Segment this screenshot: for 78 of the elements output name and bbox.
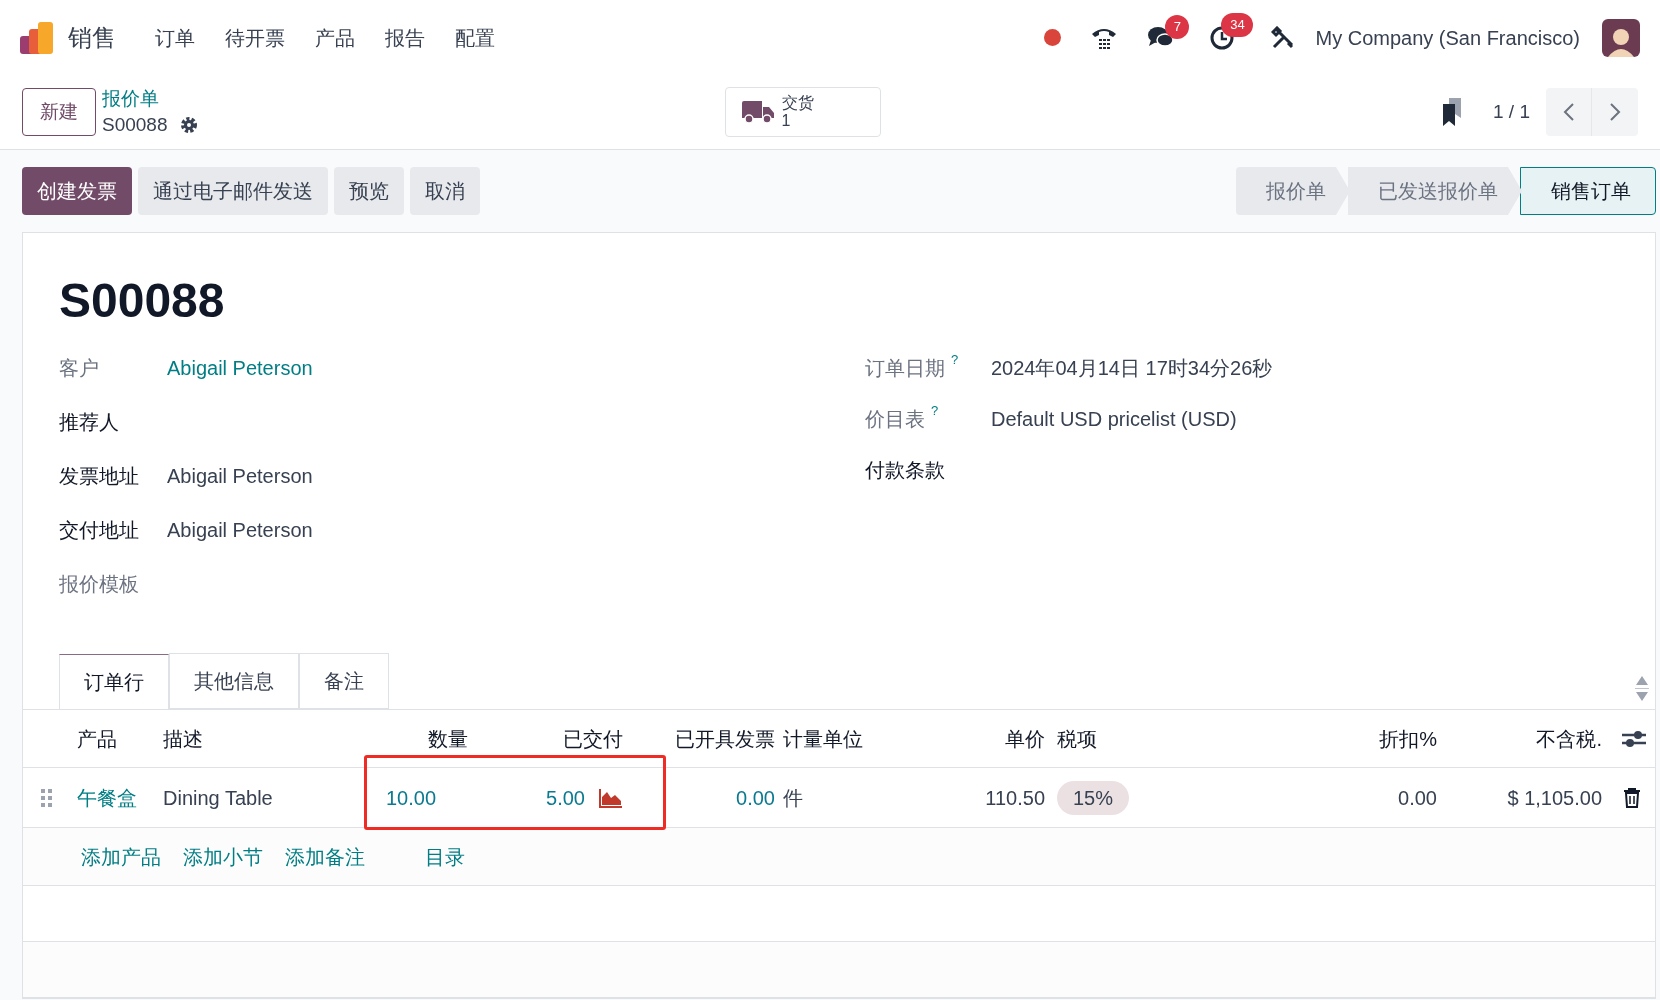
previous-button[interactable] xyxy=(1546,88,1592,136)
table-cell-text: 件 xyxy=(782,785,804,811)
tax-tag: 15% xyxy=(1057,780,1130,815)
table-cell-text: 5.00 xyxy=(546,785,585,811)
field-label: 订单日期 xyxy=(865,356,945,381)
truck-icon xyxy=(741,99,774,125)
field-value: Abigail Peterson xyxy=(167,464,313,489)
column-header[interactable]: 折扣% xyxy=(1327,723,1437,754)
tools-icon[interactable] xyxy=(1271,25,1296,50)
help-mark[interactable]: ? xyxy=(951,353,959,367)
status-stage[interactable]: 报价单 xyxy=(1236,167,1350,215)
next-button[interactable] xyxy=(1592,88,1638,136)
chevron-left-icon xyxy=(1562,102,1575,122)
product-link[interactable]: 午餐盒 xyxy=(73,782,161,813)
table-cell-text: $ 1,105.00 xyxy=(1506,785,1602,811)
field-label: 报价模板 xyxy=(59,572,140,597)
form-tab[interactable]: 订单行 xyxy=(59,654,169,710)
settings-icon[interactable] xyxy=(179,116,198,134)
column-header[interactable]: 已交付 xyxy=(468,723,623,754)
area-chart-icon[interactable] xyxy=(599,787,623,808)
field-label: 客户 xyxy=(59,356,100,381)
add-line-link[interactable]: 添加产品 xyxy=(81,841,161,872)
add-line-link[interactable]: 添加备注 xyxy=(285,841,365,872)
table-cell-text: 10.00 xyxy=(385,785,438,811)
column-header[interactable]: 税项 xyxy=(1045,723,1327,754)
chevron-right-icon xyxy=(1609,102,1621,122)
menu-item[interactable]: 报告 xyxy=(370,22,440,53)
menu-item[interactable]: 产品 xyxy=(300,22,370,53)
menu-item[interactable]: 订单 xyxy=(140,22,210,53)
field-value: Default USD pricelist (USD) xyxy=(991,407,1237,432)
table-cell-text: Dining Table xyxy=(162,785,274,811)
company-name[interactable]: My Company (San Francisco) xyxy=(1315,22,1580,53)
action-button[interactable]: 通过电子邮件发送 xyxy=(138,167,328,215)
new-button[interactable]: 新建 xyxy=(22,88,96,136)
record-title: S00088 xyxy=(59,273,226,329)
delete-icon[interactable] xyxy=(1624,787,1640,808)
table-cell-text: 110.50 xyxy=(984,785,1045,811)
field-link[interactable]: Abigail Peterson xyxy=(167,353,313,383)
menu-item[interactable]: 待开票 xyxy=(210,22,300,53)
column-settings-icon[interactable] xyxy=(1622,728,1646,749)
status-stage[interactable]: 销售订单 xyxy=(1520,167,1656,215)
notification-badge: 34 xyxy=(1221,12,1254,37)
action-button[interactable]: 预览 xyxy=(334,167,404,215)
column-header[interactable]: 已开具发票 xyxy=(623,723,775,754)
field-value: Abigail Peterson xyxy=(167,518,313,543)
column-header[interactable]: 单价 xyxy=(903,723,1045,754)
action-button[interactable]: 取消 xyxy=(410,167,480,215)
form-tab[interactable]: 其他信息 xyxy=(169,653,299,709)
table-cell-text: 0.00 xyxy=(1397,785,1437,811)
pager-value[interactable]: 1 / 1 xyxy=(1493,97,1530,127)
delivery-smart-button[interactable]: 交货 1 xyxy=(724,87,881,137)
app-logo-icon[interactable] xyxy=(20,21,56,54)
app-name[interactable]: 销售 xyxy=(68,19,116,56)
user-avatar[interactable] xyxy=(1602,18,1640,57)
form-tab[interactable]: 备注 xyxy=(299,653,389,709)
notification-badge: 7 xyxy=(1165,14,1190,39)
field-label: 付款条款 xyxy=(865,458,945,483)
record-name: S00088 xyxy=(102,113,168,137)
bookmark-icon[interactable] xyxy=(1441,98,1463,126)
field-label: 发票地址 xyxy=(59,464,140,489)
column-header[interactable]: 数量 xyxy=(376,723,468,754)
action-button[interactable]: 创建发票 xyxy=(22,167,132,215)
column-header[interactable]: 不含税. xyxy=(1437,723,1602,754)
column-header[interactable]: 计量单位 xyxy=(775,723,903,754)
help-mark[interactable]: ? xyxy=(931,404,939,418)
field-label: 推荐人 xyxy=(59,410,120,435)
column-header[interactable]: 描述 xyxy=(161,723,376,754)
status-stage[interactable]: 已发送报价单 xyxy=(1348,167,1522,215)
field-value: 2024年04月14日 17时34分26秒 xyxy=(991,356,1273,381)
field-label: 价目表 xyxy=(865,407,925,432)
table-cell-text: 0.00 xyxy=(735,785,775,811)
catalog-link[interactable]: 目录 xyxy=(425,841,465,872)
field-label: 交付地址 xyxy=(59,518,140,543)
breadcrumb-link[interactable]: 报价单 xyxy=(102,86,198,112)
column-header[interactable]: 产品 xyxy=(73,723,161,754)
menu-item[interactable]: 配置 xyxy=(440,22,510,53)
add-line-link[interactable]: 添加小节 xyxy=(183,841,263,872)
drag-handle-icon[interactable] xyxy=(41,788,53,807)
